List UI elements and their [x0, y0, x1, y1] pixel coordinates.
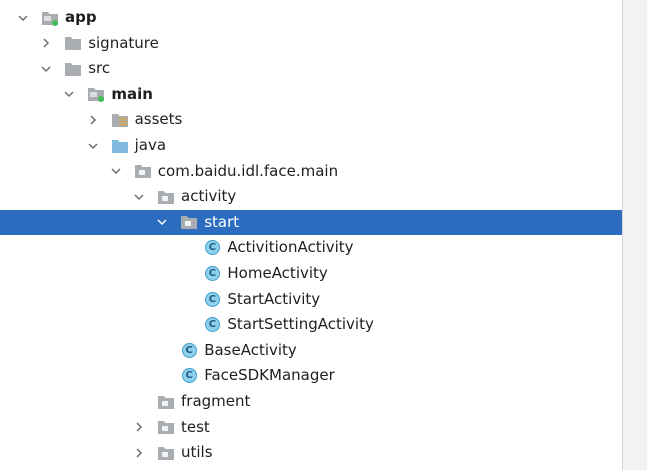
package-icon — [157, 188, 175, 206]
tree-node[interactable]: C HomeActivity — [0, 261, 622, 286]
class-c-glyph: C — [181, 368, 197, 384]
package-icon — [157, 418, 175, 436]
package-icon — [157, 444, 175, 462]
tree-node-label: app — [65, 8, 97, 26]
class-icon: C — [203, 239, 221, 257]
chevron-right-icon[interactable] — [86, 113, 100, 127]
project-tree[interactable]: app signature src main assets java com.baidu.i… — [0, 0, 622, 470]
chevron-down-icon[interactable] — [132, 190, 146, 204]
tree-node-label: src — [88, 59, 111, 78]
tree-node[interactable]: java — [0, 133, 622, 158]
chevron-right-icon[interactable] — [132, 446, 146, 460]
class-c-glyph: C — [204, 266, 220, 281]
tree-node[interactable]: C BaseActivity — [0, 338, 622, 363]
tree-node[interactable]: C StartSettingActivity — [0, 312, 622, 337]
class-c-glyph: C — [204, 317, 220, 333]
tree-node[interactable]: utils — [0, 440, 622, 465]
class-icon: C — [203, 316, 221, 334]
tree-node[interactable]: C FaceSDKManager — [0, 363, 622, 388]
tree-node-label: assets — [134, 110, 183, 129]
assets-folder-icon — [111, 111, 129, 129]
folder-icon — [64, 34, 82, 52]
tree-node-label: signature — [88, 33, 159, 52]
tree-node[interactable]: fragment — [0, 389, 622, 414]
tree-node-label: FaceSDKManager — [204, 366, 335, 385]
source-set-folder-icon — [87, 85, 105, 103]
module-folder-icon — [41, 9, 59, 27]
tree-node-label: ActivitionActivity — [227, 238, 354, 257]
tree-node-label: StartActivity — [227, 289, 321, 308]
class-icon: C — [180, 367, 198, 385]
class-icon: C — [203, 290, 221, 308]
tree-node[interactable]: app — [0, 5, 622, 30]
package-icon — [180, 213, 198, 231]
package-icon — [134, 162, 152, 180]
tree-node-label: java — [134, 136, 167, 154]
chevron-right-icon[interactable] — [132, 420, 146, 434]
tree-node[interactable]: C ActivitionActivity — [0, 235, 622, 260]
class-c-glyph: C — [181, 342, 197, 358]
chevron-down-icon[interactable] — [109, 164, 123, 178]
class-icon: C — [203, 265, 221, 283]
chevron-down-icon[interactable] — [62, 87, 76, 101]
tree-node-label: start — [204, 212, 240, 231]
tree-node-label: StartSettingActivity — [227, 315, 374, 334]
tree-node[interactable]: test — [0, 415, 622, 440]
source-root-folder-icon — [111, 137, 129, 155]
chevron-down-icon[interactable] — [155, 215, 169, 229]
tree-node[interactable]: signature — [0, 31, 622, 56]
tree-node-label: test — [181, 417, 210, 436]
chevron-down-icon[interactable] — [16, 11, 30, 25]
editor-gutter — [622, 0, 647, 470]
folder-icon — [64, 60, 82, 78]
chevron-down-icon[interactable] — [86, 139, 100, 153]
tree-node-label: BaseActivity — [204, 340, 297, 359]
chevron-right-icon[interactable] — [39, 36, 53, 50]
tree-node-label: utils — [181, 443, 213, 462]
tree-node[interactable]: assets — [0, 107, 622, 132]
tree-node[interactable]: C StartActivity — [0, 287, 622, 312]
tree-node-label: com.baidu.idl.face.main — [157, 161, 339, 180]
tree-node-label: fragment — [181, 392, 251, 410]
tree-node-label: HomeActivity — [227, 264, 328, 282]
tree-node[interactable]: com.baidu.idl.face.main — [0, 159, 622, 184]
tree-node[interactable]: start — [0, 209, 622, 235]
chevron-down-icon[interactable] — [39, 62, 53, 76]
tree-node[interactable]: src — [0, 56, 622, 81]
tree-node-label: main — [111, 84, 153, 103]
tree-node[interactable]: activity — [0, 184, 622, 209]
class-icon: C — [180, 341, 198, 359]
class-c-glyph: C — [204, 291, 220, 307]
package-icon — [157, 393, 175, 411]
tree-node-label: activity — [181, 187, 237, 206]
tree-node[interactable]: main — [0, 82, 622, 107]
class-c-glyph: C — [204, 240, 220, 256]
